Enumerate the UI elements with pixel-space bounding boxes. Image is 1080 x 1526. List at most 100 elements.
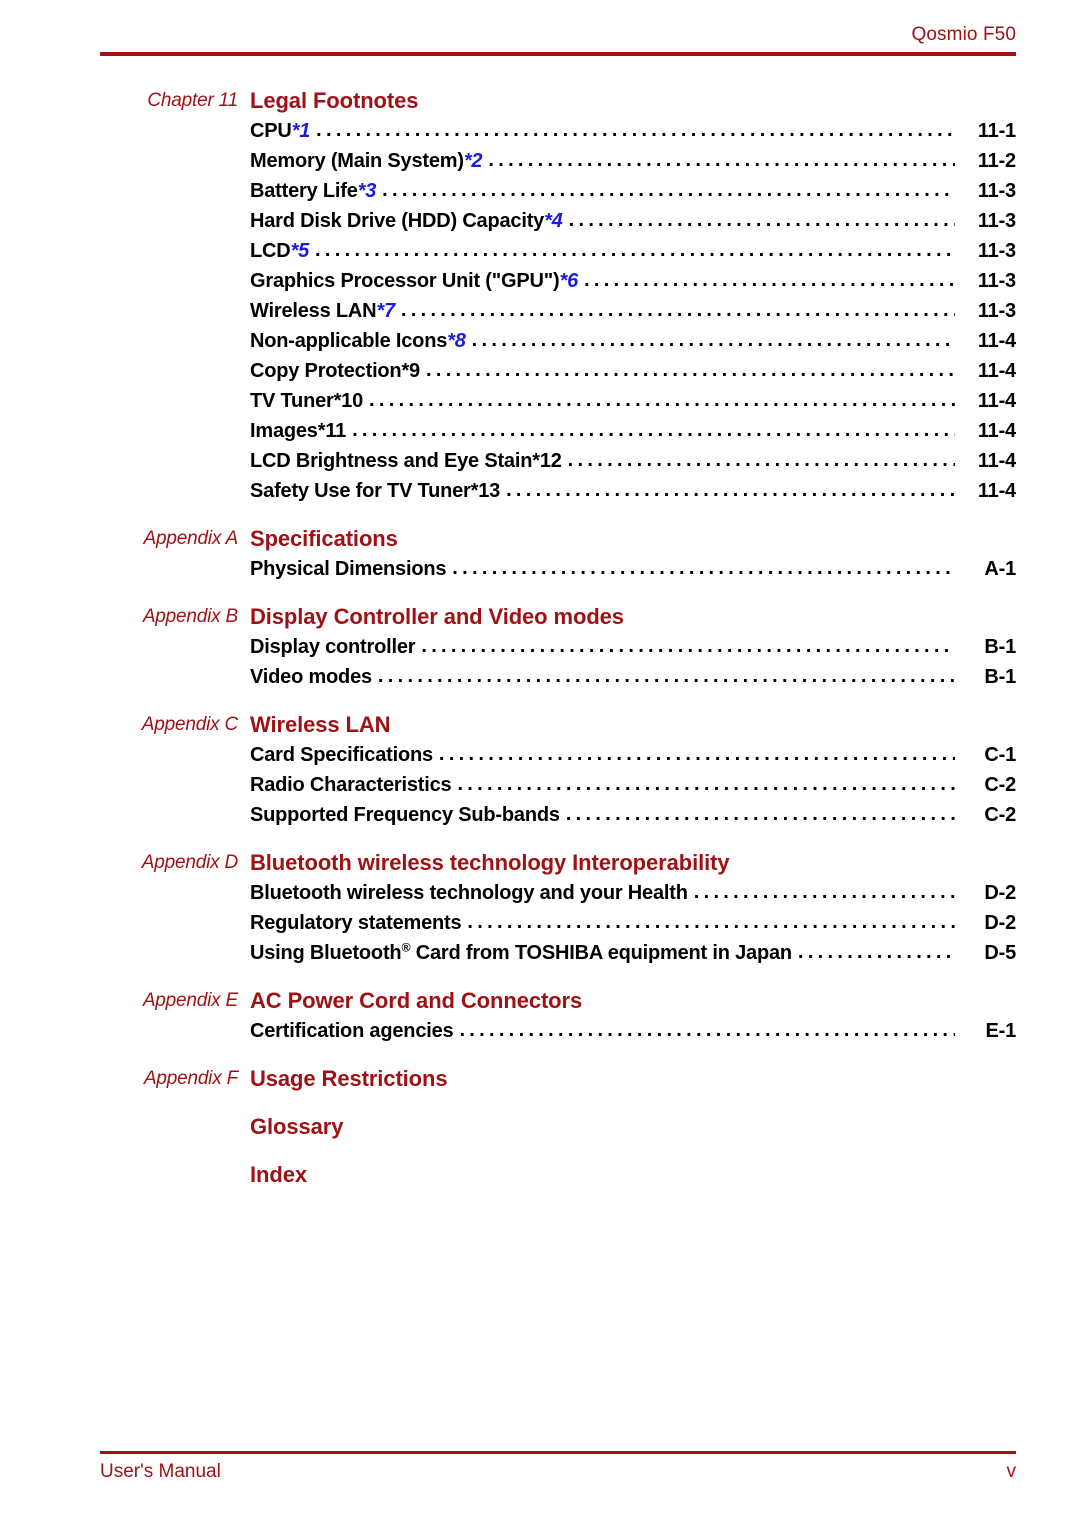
dot-leader: ........................................…	[567, 449, 955, 471]
toc-entry-page-number: 11-4	[977, 420, 1016, 442]
toc-group: Appendix A Specifications Physical Dimensi…	[0, 524, 1080, 584]
toc-entry[interactable]: Using Bluetooth® Card from TOSHIBA equip…	[250, 938, 1016, 968]
toc-group-prefix: Chapter 11	[147, 90, 238, 111]
toc-entry[interactable]: Copy Protection*9.......................…	[250, 356, 1016, 386]
toc-group: Glossary	[0, 1112, 1080, 1142]
toc-group-heading[interactable]: Appendix E AC Power Cord and Connectors	[0, 986, 1080, 1016]
toc-entry[interactable]: Battery Life*3..........................…	[250, 176, 1016, 206]
toc-entry[interactable]: Hard Disk Drive (HDD) Capacity*4........…	[250, 206, 1016, 236]
dot-leader: ........................................…	[382, 179, 955, 201]
toc-entry-label: Hard Disk Drive (HDD) Capacity*4	[250, 210, 563, 232]
page-header: Qosmio F50	[100, 24, 1016, 46]
page-footer: User's Manual v	[100, 1460, 1016, 1486]
toc-entry[interactable]: Memory (Main System)*2..................…	[250, 146, 1016, 176]
toc-entry[interactable]: LCD Brightness and Eye Stain*12.........…	[250, 446, 1016, 476]
toc-entry-page-number: 11-4	[977, 330, 1016, 352]
toc-entry[interactable]: Bluetooth wireless technology and your H…	[250, 878, 1016, 908]
dot-leader: ........................................…	[568, 209, 955, 231]
registered-mark-icon: ®	[401, 940, 411, 955]
toc-group-heading[interactable]: Appendix F Usage Restrictions	[0, 1064, 1080, 1094]
dot-leader: ........................................…	[452, 557, 955, 579]
toc-entry-label: Radio Characteristics	[250, 774, 452, 796]
toc-entry-page-number: 11-4	[977, 390, 1016, 412]
dot-leader: ........................................…	[565, 803, 955, 825]
toc-entry-label: Card Specifications	[250, 744, 433, 766]
footnote-marker: *4	[544, 210, 563, 232]
toc-entry-page-number: C-2	[984, 774, 1016, 796]
toc-entry-page-number: 11-3	[977, 240, 1016, 262]
toc-group-title[interactable]: Legal Footnotes	[250, 86, 418, 116]
dot-leader: ........................................…	[315, 239, 955, 261]
toc-group-heading[interactable]: Appendix A Specifications	[0, 524, 1080, 554]
footnote-marker: *10	[333, 390, 364, 412]
dot-leader: ........................................…	[425, 359, 955, 381]
dot-leader: ........................................…	[797, 941, 955, 963]
dot-leader: ........................................…	[316, 119, 955, 141]
toc-group-heading[interactable]: Appendix C Wireless LAN	[0, 710, 1080, 740]
toc-entry[interactable]: Graphics Processor Unit ("GPU")*6.......…	[250, 266, 1016, 296]
toc-group-heading[interactable]: Appendix B Display Controller and Video m…	[0, 602, 1080, 632]
toc-entry-page-number: C-2	[984, 804, 1016, 826]
toc-group-heading[interactable]: Index	[0, 1160, 1080, 1190]
toc-entry[interactable]: Regulatory statements...................…	[250, 908, 1016, 938]
toc-entry[interactable]: TV Tuner*10.............................…	[250, 386, 1016, 416]
toc-entry-label: Images*11	[250, 420, 347, 442]
footnote-marker: *3	[357, 180, 377, 202]
toc-group: Chapter 11 Legal Footnotes CPU*1..........…	[0, 86, 1080, 506]
toc-group-title[interactable]: Glossary	[250, 1112, 343, 1142]
dot-leader: ........................................…	[506, 479, 955, 501]
toc-group-title[interactable]: AC Power Cord and Connectors	[250, 986, 582, 1016]
toc-group-heading[interactable]: Appendix D Bluetooth wireless technology …	[0, 848, 1080, 878]
toc-entry-label: Supported Frequency Sub-bands	[250, 804, 560, 826]
toc-entry[interactable]: Physical Dimensions.....................…	[250, 554, 1016, 584]
toc-group-title[interactable]: Index	[250, 1160, 307, 1190]
toc-entry[interactable]: CPU*1...................................…	[250, 116, 1016, 146]
toc-group: Index	[0, 1160, 1080, 1190]
toc-entry[interactable]: Card Specifications.....................…	[250, 740, 1016, 770]
toc-group-title[interactable]: Wireless LAN	[250, 710, 391, 740]
toc-group-title[interactable]: Display Controller and Video modes	[250, 602, 624, 632]
toc-entry[interactable]: Radio Characteristics...................…	[250, 770, 1016, 800]
toc-group-title[interactable]: Usage Restrictions	[250, 1064, 448, 1094]
toc-group-title[interactable]: Bluetooth wireless technology Interopera…	[250, 848, 730, 878]
toc-entry[interactable]: Video modes.............................…	[250, 662, 1016, 692]
footer-rule	[100, 1451, 1016, 1454]
toc-entry-label: TV Tuner*10	[250, 390, 364, 412]
toc-group-heading[interactable]: Glossary	[0, 1112, 1080, 1142]
toc-entry[interactable]: Safety Use for TV Tuner*13..............…	[250, 476, 1016, 506]
toc-group-prefix: Appendix C	[141, 714, 238, 735]
toc-group-prefix: Appendix A	[143, 528, 239, 549]
toc-entry[interactable]: LCD*5...................................…	[250, 236, 1016, 266]
toc-entry-list: Bluetooth wireless technology and your H…	[0, 878, 1080, 968]
toc-entry-page-number: C-1	[984, 744, 1016, 766]
toc-entry-label: CPU*1	[250, 120, 311, 142]
dot-leader: ........................................…	[421, 635, 955, 657]
toc-entry[interactable]: Supported Frequency Sub-bands...........…	[250, 800, 1016, 830]
toc-entry[interactable]: Display controller......................…	[250, 632, 1016, 662]
toc-entry-label: LCD*5	[250, 240, 310, 262]
toc-group: Appendix E AC Power Cord and Connectors Ce…	[0, 986, 1080, 1046]
footnote-marker: *7	[376, 300, 395, 322]
dot-leader: ........................................…	[459, 1019, 955, 1041]
toc-group-title[interactable]: Specifications	[250, 524, 398, 554]
dot-leader: ........................................…	[369, 389, 955, 411]
toc-group-heading[interactable]: Chapter 11 Legal Footnotes	[0, 86, 1080, 116]
toc-entry-page-number: 11-3	[977, 180, 1016, 202]
toc-entry[interactable]: Images*11...............................…	[250, 416, 1016, 446]
toc-entry-label: Video modes	[250, 666, 372, 688]
footnote-marker: *9	[401, 360, 420, 382]
toc-entry-label: Bluetooth wireless technology and your H…	[250, 882, 688, 904]
toc-entry-list: Card Specifications.....................…	[0, 740, 1080, 830]
dot-leader: ........................................…	[488, 149, 955, 171]
toc-entry[interactable]: Wireless LAN*7..........................…	[250, 296, 1016, 326]
toc-entry-list: Certification agencies..................…	[0, 1016, 1080, 1046]
document-page: Qosmio F50 Chapter 11 Legal Footnotes CPU*…	[0, 0, 1080, 1526]
toc-entry[interactable]: Certification agencies..................…	[250, 1016, 1016, 1046]
toc-entry[interactable]: Non-applicable Icons*8..................…	[250, 326, 1016, 356]
toc-entry-page-number: D-2	[984, 912, 1016, 934]
dot-leader: ........................................…	[400, 299, 955, 321]
header-product-title: Qosmio F50	[911, 24, 1016, 45]
toc-entry-label: Safety Use for TV Tuner*13	[250, 480, 501, 502]
dot-leader: ........................................…	[584, 269, 955, 291]
toc-entry-page-number: D-2	[984, 882, 1016, 904]
